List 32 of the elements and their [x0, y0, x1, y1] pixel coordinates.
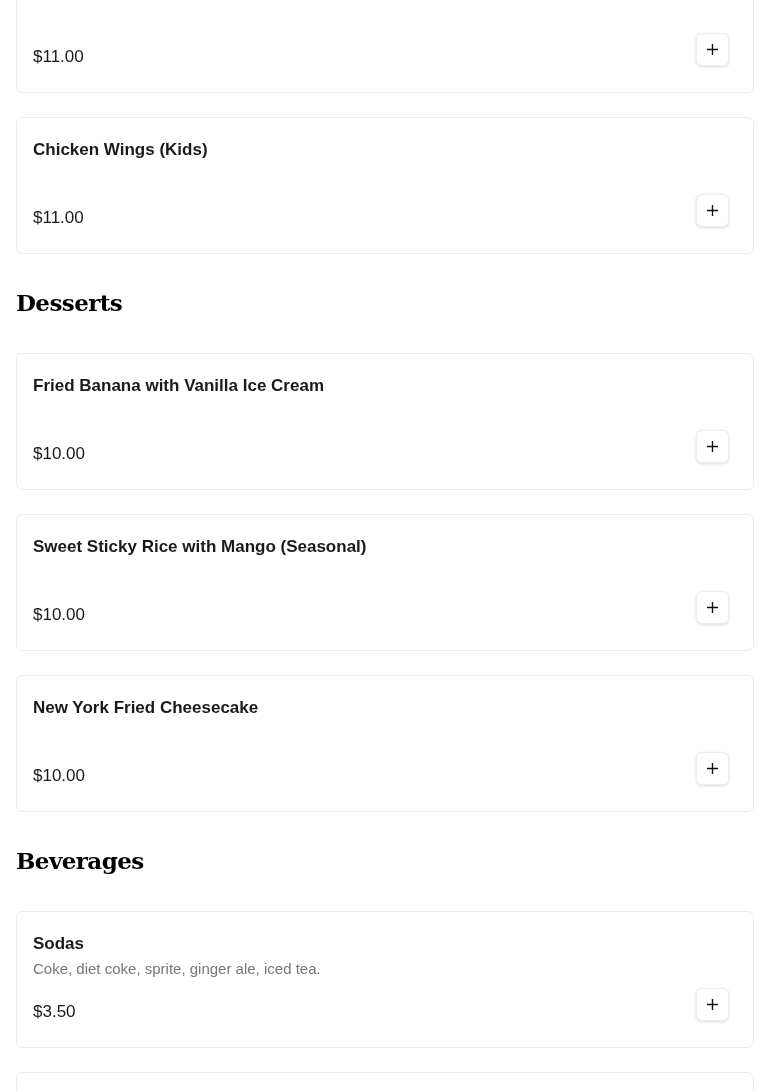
menu-item-card[interactable]: Fried Banana with Vanilla Ice Cream $10.00 — [16, 353, 754, 490]
add-button[interactable] — [696, 591, 729, 624]
item-name: New York Fried Cheesecake — [33, 697, 260, 719]
item-price: $3.50 — [33, 1001, 76, 1023]
item-name: Sweet Sticky Rice with Mango (Seasonal) — [33, 536, 368, 558]
menu-item-card[interactable]: Sodas Coke, diet coke, sprite, ginger ale, iced tea. $3.50 — [16, 911, 754, 1048]
add-button[interactable] — [696, 33, 729, 66]
item-name: Fried Banana with Vanilla Ice Cream — [33, 375, 325, 397]
plus-icon — [707, 205, 718, 216]
add-button[interactable] — [696, 194, 729, 227]
plus-icon — [707, 44, 718, 55]
menu-item-card[interactable]: New York Fried Cheesecake $10.00 — [16, 675, 754, 812]
item-price: $11.00 — [33, 46, 84, 68]
item-price: $10.00 — [33, 604, 85, 626]
add-button[interactable] — [696, 988, 729, 1021]
item-name: Chicken Wings (Kids) — [33, 139, 209, 161]
item-description: Coke, diet coke, sprite, ginger ale, iced tea. — [33, 959, 322, 979]
plus-icon — [707, 441, 718, 452]
item-price: $11.00 — [33, 207, 84, 229]
plus-icon — [707, 999, 718, 1010]
add-button[interactable] — [696, 430, 729, 463]
item-price: $10.00 — [33, 765, 85, 787]
item-name: Sodas — [33, 933, 86, 955]
section-heading: Desserts — [16, 288, 124, 318]
menu-item-card[interactable]: Sweet Sticky Rice with Mango (Seasonal) $10.00 — [16, 514, 754, 651]
add-button[interactable] — [696, 752, 729, 785]
plus-icon — [707, 763, 718, 774]
item-price: $10.00 — [33, 443, 85, 465]
section-heading: Beverages — [16, 846, 145, 876]
menu-item-card[interactable]: $11.00 — [16, 0, 754, 93]
plus-icon — [707, 602, 718, 613]
menu-item-card[interactable]: Chicken Wings (Kids) $11.00 — [16, 117, 754, 254]
